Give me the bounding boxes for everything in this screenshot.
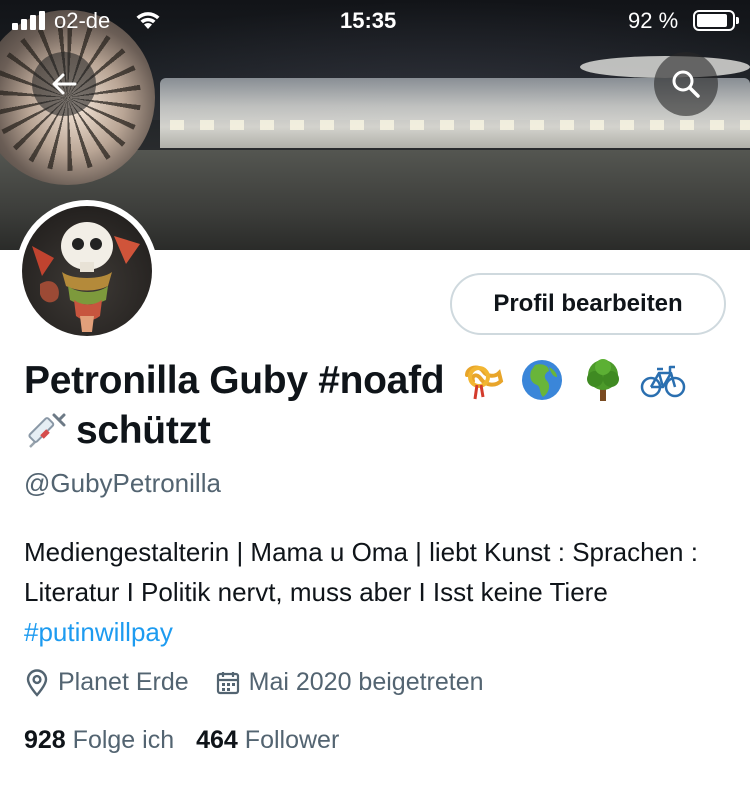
profile-meta: Planet Erde Mai 2020 beigetreten [24, 668, 510, 697]
display-name-text-line2: schützt [76, 409, 211, 452]
bio: Mediengestalterin | Mama u Oma | liebt K… [24, 532, 734, 652]
follow-stats: 928 Folge ich 464 Follower [24, 726, 361, 755]
clock: 15:35 [340, 8, 397, 33]
location-pin-icon [26, 668, 48, 697]
banner-lights [170, 120, 750, 130]
wifi-icon [136, 12, 160, 29]
followers-count: 464 [196, 726, 238, 754]
cellular-signal-icon [12, 10, 48, 30]
search-button[interactable] [654, 52, 718, 116]
postal-horn-icon [464, 365, 504, 399]
location-text: Planet Erde [58, 668, 189, 696]
bio-text: Mediengestalterin | Mama u Oma | liebt K… [24, 537, 698, 607]
edit-profile-button[interactable]: Profil bearbeiten [450, 273, 726, 335]
deciduous-tree-icon [586, 358, 619, 401]
search-icon [672, 70, 700, 98]
battery-icon [693, 10, 739, 31]
location: Planet Erde [24, 668, 189, 697]
display-name: Petronilla Guby #noafd schützt [24, 356, 734, 456]
back-button[interactable] [32, 52, 96, 116]
user-handle: @GubyPetronilla [24, 468, 221, 498]
carrier-name: o2-de [54, 8, 111, 33]
following-label: Folge ich [72, 726, 175, 754]
arrow-left-icon [52, 73, 77, 95]
calendar-icon [216, 671, 239, 694]
followers-label: Follower [244, 726, 340, 754]
display-name-text: Petronilla Guby #noafd [24, 359, 445, 402]
join-date-text: Mai 2020 beigetreten [248, 668, 484, 696]
following-count: 928 [24, 726, 66, 754]
syringe-icon [28, 413, 66, 448]
bio-hashtag-link[interactable]: #putinwillpay [24, 617, 173, 647]
join-date: Mai 2020 beigetreten [215, 668, 484, 697]
avatar-image [22, 206, 152, 336]
avatar[interactable] [16, 200, 158, 342]
battery-percentage: 92 % [628, 8, 679, 33]
skull-artwork-icon [32, 222, 140, 332]
bicycle-icon [641, 365, 686, 397]
followers-link[interactable]: 464 Follower [196, 726, 339, 755]
status-bar: o2-de 15:35 92 % [0, 0, 750, 40]
following-link[interactable]: 928 Folge ich [24, 726, 174, 755]
globe-africa-europe-icon [522, 359, 563, 400]
